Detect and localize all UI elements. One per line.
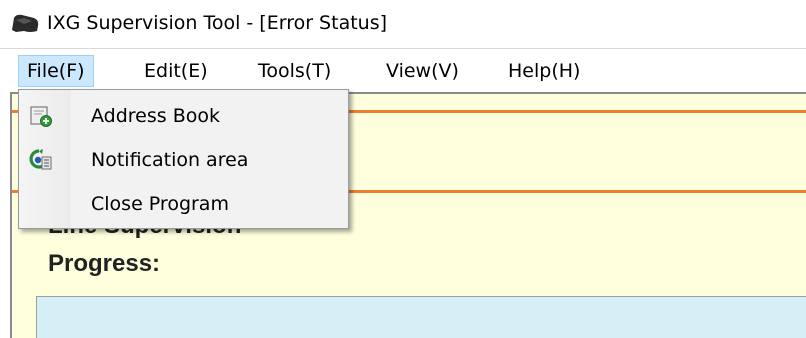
menu-bar: File(F) Edit(E) Tools(T) View(V) Help(H) [0, 48, 806, 93]
address-book-icon [30, 106, 52, 127]
menu-item-notification-area[interactable]: Notification area [19, 138, 348, 182]
file-menu-dropdown: Address Book Notification area Close Pro… [18, 89, 349, 229]
menu-item-close-program[interactable]: Close Program [19, 182, 348, 226]
menu-help[interactable]: Help(H) [500, 55, 588, 87]
notification-area-icon [29, 149, 52, 170]
progress-display [36, 296, 806, 338]
window-title: IXG Supervision Tool - [Error Status] [47, 12, 388, 34]
title-bar: IXG Supervision Tool - [Error Status] [0, 0, 806, 48]
menu-tools[interactable]: Tools(T) [250, 55, 339, 87]
app-logo-icon [12, 14, 39, 33]
menu-item-address-book[interactable]: Address Book [19, 94, 348, 138]
menu-item-label: Address Book [91, 105, 220, 127]
menu-view[interactable]: View(V) [378, 55, 467, 87]
menu-edit[interactable]: Edit(E) [136, 55, 216, 87]
progress-label: Progress: [48, 250, 161, 277]
app-window: IXG Supervision Tool - [Error Status] Fi… [0, 0, 806, 338]
menu-item-label: Notification area [91, 149, 249, 171]
menu-item-label: Close Program [91, 193, 229, 215]
menu-file[interactable]: File(F) [18, 55, 94, 87]
